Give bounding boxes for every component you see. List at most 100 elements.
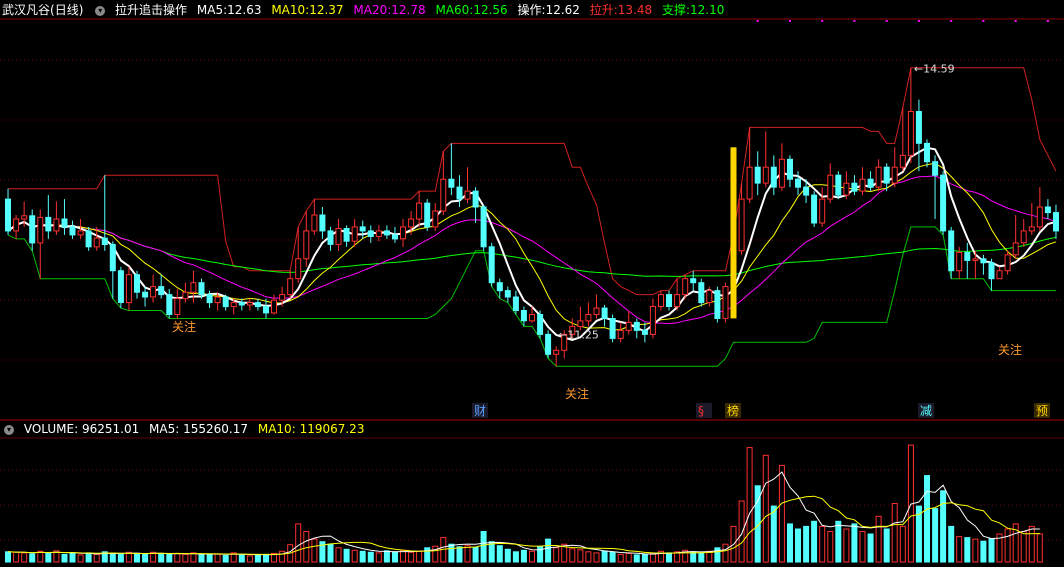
volume-bar (134, 552, 140, 563)
volume-bar (875, 515, 882, 563)
volume-bar (787, 523, 793, 563)
candle (577, 320, 584, 327)
price-header: 武汉凡谷(日线) ▾ 拉升追击操作 MA5:12.63 MA10:12.37 M… (2, 1, 730, 19)
volume-bar (343, 548, 350, 563)
candle (367, 230, 374, 237)
candle (690, 278, 697, 284)
volume-bar (843, 528, 850, 563)
candle (303, 230, 310, 260)
candle (1004, 254, 1011, 272)
candle (512, 296, 519, 311)
candle (85, 230, 92, 248)
candle (601, 307, 608, 319)
watch-label: 关注 (565, 386, 589, 401)
kline-chart[interactable]: ←14.59←11.25关注关注关注财 § 榜减预 (0, 0, 1064, 564)
volume-bar (633, 554, 640, 563)
candle (1028, 226, 1035, 232)
candle (625, 321, 632, 331)
signal-dot (885, 20, 888, 22)
volume-bar (21, 552, 28, 563)
volume-bar (480, 531, 487, 563)
volume-bar (77, 554, 84, 563)
lift-readout: 拉升:13.48 (589, 3, 653, 17)
candle (698, 282, 705, 304)
candle (222, 296, 229, 308)
candle (520, 310, 527, 322)
candle (142, 291, 149, 298)
dropdown-icon[interactable]: ▾ (4, 424, 14, 435)
signal-dot (1046, 20, 1049, 22)
volume-bar (448, 543, 455, 563)
signal-dot (821, 20, 824, 22)
candle (319, 214, 326, 232)
candle (545, 333, 552, 355)
volume-bar (375, 552, 382, 563)
volume-bar (891, 503, 898, 563)
candle (746, 166, 753, 200)
candle (932, 161, 939, 176)
high-marker: ←14.59 (914, 63, 955, 76)
candle (77, 230, 84, 236)
volume-bar (795, 528, 801, 563)
support-readout: 支撑:12.10 (661, 3, 725, 17)
candle (198, 282, 205, 296)
volume-bar (738, 500, 745, 563)
stock-name: 武汉凡谷(日线) (2, 3, 84, 17)
event-label: § (698, 404, 704, 418)
candle (714, 290, 721, 320)
dropdown-icon[interactable]: ▾ (95, 5, 106, 16)
candle (263, 306, 269, 314)
volume-bar (722, 543, 729, 563)
volume-bar (488, 541, 495, 563)
volume-bar (1028, 525, 1035, 563)
signal-dot (1014, 20, 1017, 22)
candle (915, 111, 922, 144)
op-readout: 操作:12.62 (517, 3, 580, 17)
candle (666, 294, 672, 308)
candle (480, 206, 487, 248)
candle (464, 190, 471, 200)
candle (230, 302, 237, 308)
volume-bar (464, 545, 471, 563)
volume-bar (827, 531, 834, 563)
volume-bar (69, 552, 76, 563)
signal-dot (950, 20, 953, 22)
ma20-line (7, 175, 1057, 325)
volume-bar (456, 546, 463, 563)
candle (738, 198, 745, 252)
support-line (7, 226, 1056, 367)
candle (456, 186, 463, 200)
event-label: 减 (920, 404, 932, 418)
candle (392, 234, 398, 240)
volume-bar (512, 551, 519, 563)
candle (811, 194, 818, 224)
candle (1044, 206, 1051, 214)
candle (13, 218, 20, 232)
candle (101, 237, 108, 246)
candle (706, 290, 713, 304)
candle (287, 278, 294, 296)
ma20-readout: MA20:12.78 (353, 3, 426, 17)
volume-bar (214, 553, 221, 563)
volume-bar (1004, 528, 1011, 563)
candle (1036, 206, 1043, 228)
low-marker: ←11.25 (558, 328, 599, 341)
volume-bar (311, 538, 318, 563)
stock-chart-window: ←14.59 ←11.25 关注 关注 关注财 § 榜减预 武汉凡谷(日线) ▾ 拉升追击操… (0, 0, 1064, 564)
candle (125, 274, 132, 304)
volume-bar (883, 528, 890, 563)
candle (246, 302, 253, 306)
volume-bar (714, 547, 721, 563)
candle (859, 178, 866, 192)
candle (117, 270, 124, 304)
volume-bar (206, 553, 213, 563)
candle (835, 174, 842, 196)
candle (182, 291, 189, 300)
volume-bar (93, 553, 100, 563)
candle (295, 258, 302, 280)
volume-bar (246, 555, 253, 563)
volume-bar (496, 545, 503, 563)
candle (158, 286, 165, 296)
vol-ma10-readout: MA10: 119067.23 (257, 422, 365, 436)
candle (206, 294, 213, 304)
